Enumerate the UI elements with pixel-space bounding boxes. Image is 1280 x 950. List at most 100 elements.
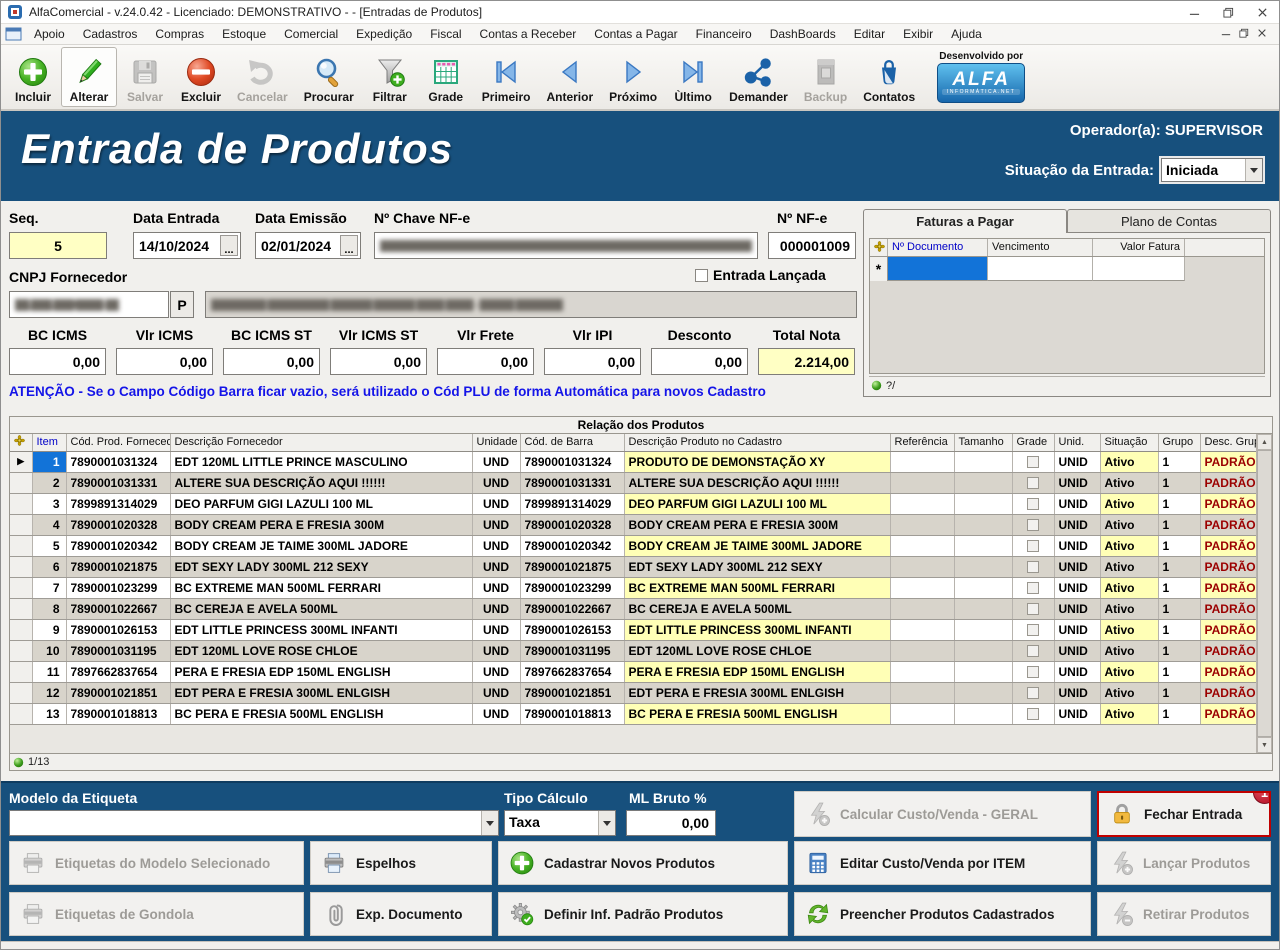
grade-checkbox[interactable] <box>1027 708 1039 720</box>
cell-item[interactable]: 1 <box>32 451 66 472</box>
cell-desc-fornecedor[interactable]: EDT SEXY LADY 300ML 212 SEXY <box>170 556 472 577</box>
mdi-restore-icon[interactable] <box>1239 27 1249 41</box>
cell-cod-fornecedor[interactable]: 7890001031331 <box>66 472 170 493</box>
data-entrada-picker-button[interactable]: ... <box>220 235 238 256</box>
menu-item-estoque[interactable]: Estoque <box>213 26 275 43</box>
cell-item[interactable]: 5 <box>32 535 66 556</box>
col-desc-forn[interactable]: Descrição Fornecedor <box>170 434 472 451</box>
cell-cod-barra[interactable]: 7890001023299 <box>520 577 624 598</box>
tab-plano-de-contas[interactable]: Plano de Contas <box>1067 209 1271 232</box>
cell-tamanho[interactable] <box>954 535 1012 556</box>
cell-unidade[interactable]: UND <box>472 682 520 703</box>
cell-unidade[interactable]: UND <box>472 514 520 535</box>
cell-grade[interactable] <box>1012 598 1054 619</box>
toolbar-button-ultimo[interactable]: Ùltimo <box>665 47 721 107</box>
toolbar-button-anterior[interactable]: Anterior <box>538 47 601 107</box>
cell-tamanho[interactable] <box>954 640 1012 661</box>
cell-desc-fornecedor[interactable]: BODY CREAM PERA E FRESIA 300M <box>170 514 472 535</box>
menu-item-contas-a-pagar[interactable]: Contas a Pagar <box>585 26 686 43</box>
modelo-etiqueta-select[interactable] <box>9 810 499 836</box>
cell-tamanho[interactable] <box>954 598 1012 619</box>
toolbar-button-grade[interactable]: Grade <box>418 47 474 107</box>
table-row[interactable]: 6 7890001021875 EDT SEXY LADY 300ML 212 … <box>10 556 1256 577</box>
toolbar-button-incluir[interactable]: Incluir <box>5 47 61 107</box>
cell-situacao[interactable]: Ativo <box>1100 451 1158 472</box>
toolbar-button-demander[interactable]: Demander <box>721 47 796 107</box>
cell-situacao[interactable]: Ativo <box>1100 472 1158 493</box>
vertical-scrollbar[interactable]: ▲ ▼ <box>1256 434 1272 753</box>
mdi-system-icon[interactable] <box>5 27 23 42</box>
table-row[interactable]: 11 7897662837654 PERA E FRESIA EDP 150ML… <box>10 661 1256 682</box>
cell-situacao[interactable]: Ativo <box>1100 514 1158 535</box>
cell-referencia[interactable] <box>890 556 954 577</box>
cell-situacao[interactable]: Ativo <box>1100 703 1158 724</box>
cell-grupo[interactable]: 1 <box>1158 661 1200 682</box>
col-desc-grupo[interactable]: Desc. Grupo <box>1200 434 1256 451</box>
cell-tamanho[interactable] <box>954 619 1012 640</box>
cell-desc-cadastro[interactable]: PRODUTO DE DEMONSTAÇÃO XY <box>624 451 890 472</box>
cell-desc-cadastro[interactable]: EDT PERA E FRESIA 300ML ENLGISH <box>624 682 890 703</box>
exp-documento-button[interactable]: Exp. Documento <box>310 892 492 936</box>
cell-cod-fornecedor[interactable]: 7897662837654 <box>66 661 170 682</box>
menu-item-exibir[interactable]: Exibir <box>894 26 942 43</box>
toolbar-button-filtrar[interactable]: Filtrar <box>362 47 418 107</box>
menu-item-expedicao[interactable]: Expedição <box>347 26 421 43</box>
cell-desc-fornecedor[interactable]: BC EXTREME MAN 500ML FERRARI <box>170 577 472 598</box>
cell-tamanho[interactable] <box>954 472 1012 493</box>
cell-grupo[interactable]: 1 <box>1158 493 1200 514</box>
cell-referencia[interactable] <box>890 514 954 535</box>
cell-item[interactable]: 11 <box>32 661 66 682</box>
cell-tamanho[interactable] <box>954 703 1012 724</box>
espelhos-button[interactable]: Espelhos <box>310 841 492 885</box>
cell-unid[interactable]: UNID <box>1054 661 1100 682</box>
cell-grade[interactable] <box>1012 640 1054 661</box>
table-row[interactable]: 10 7890001031195 EDT 120ML LOVE ROSE CHL… <box>10 640 1256 661</box>
scroll-up-icon[interactable]: ▲ <box>1257 434 1272 450</box>
toolbar-button-contatos[interactable]: Contatos <box>855 47 923 107</box>
cell-unid[interactable]: UNID <box>1054 556 1100 577</box>
menu-item-apoio[interactable]: Apoio <box>25 26 74 43</box>
table-row[interactable]: 5 7890001020342 BODY CREAM JE TAIME 300M… <box>10 535 1256 556</box>
cell-grupo[interactable]: 1 <box>1158 514 1200 535</box>
cell-grupo[interactable]: 1 <box>1158 577 1200 598</box>
scroll-down-icon[interactable]: ▼ <box>1257 737 1272 753</box>
grade-checkbox[interactable] <box>1027 687 1039 699</box>
toolbar-button-proximo[interactable]: Próximo <box>601 47 665 107</box>
cell-grupo[interactable]: 1 <box>1158 556 1200 577</box>
cell-desc-grupo[interactable]: PADRÃO <box>1200 451 1256 472</box>
menu-item-financeiro[interactable]: Financeiro <box>687 26 761 43</box>
cell-unid[interactable]: UNID <box>1054 514 1100 535</box>
fechar-entrada-button[interactable]: Fechar Entrada 1 <box>1097 791 1271 837</box>
grade-checkbox[interactable] <box>1027 603 1039 615</box>
cell-cod-fornecedor[interactable]: 7890001018813 <box>66 703 170 724</box>
maximize-icon[interactable] <box>1211 1 1245 23</box>
cell-desc-grupo[interactable]: PADRÃO <box>1200 661 1256 682</box>
cell-desc-cadastro[interactable]: ALTERE SUA DESCRIÇÃO AQUI !!!!!! <box>624 472 890 493</box>
cell-tamanho[interactable] <box>954 661 1012 682</box>
cell-unid[interactable]: UNID <box>1054 598 1100 619</box>
cell-situacao[interactable]: Ativo <box>1100 661 1158 682</box>
cell-unidade[interactable]: UND <box>472 493 520 514</box>
cnpj-search-button[interactable]: P <box>170 291 194 318</box>
cell-item[interactable]: 6 <box>32 556 66 577</box>
col-desc-cad[interactable]: Descrição Produto no Cadastro <box>624 434 890 451</box>
mdi-close-icon[interactable] <box>1257 27 1267 41</box>
cell-item[interactable]: 4 <box>32 514 66 535</box>
cell-desc-fornecedor[interactable]: EDT 120ML LITTLE PRINCE MASCULINO <box>170 451 472 472</box>
cell-cod-fornecedor[interactable]: 7890001020342 <box>66 535 170 556</box>
cell-desc-grupo[interactable]: PADRÃO <box>1200 514 1256 535</box>
grade-checkbox[interactable] <box>1027 561 1039 573</box>
cell-desc-fornecedor[interactable]: EDT 120ML LOVE ROSE CHLOE <box>170 640 472 661</box>
col-tamanho[interactable]: Tamanho <box>954 434 1012 451</box>
cell-grupo[interactable]: 1 <box>1158 619 1200 640</box>
faturas-new-row[interactable]: * <box>870 257 1264 281</box>
modelo-dropdown-button[interactable] <box>481 811 498 835</box>
cell-referencia[interactable] <box>890 472 954 493</box>
cell-situacao[interactable]: Ativo <box>1100 682 1158 703</box>
toolbar-button-alterar[interactable]: Alterar <box>61 47 117 107</box>
seq-field[interactable]: 5 <box>9 232 107 259</box>
cell-unid[interactable]: UNID <box>1054 703 1100 724</box>
cell-grade[interactable] <box>1012 682 1054 703</box>
cell-tamanho[interactable] <box>954 682 1012 703</box>
cell-grupo[interactable]: 1 <box>1158 703 1200 724</box>
